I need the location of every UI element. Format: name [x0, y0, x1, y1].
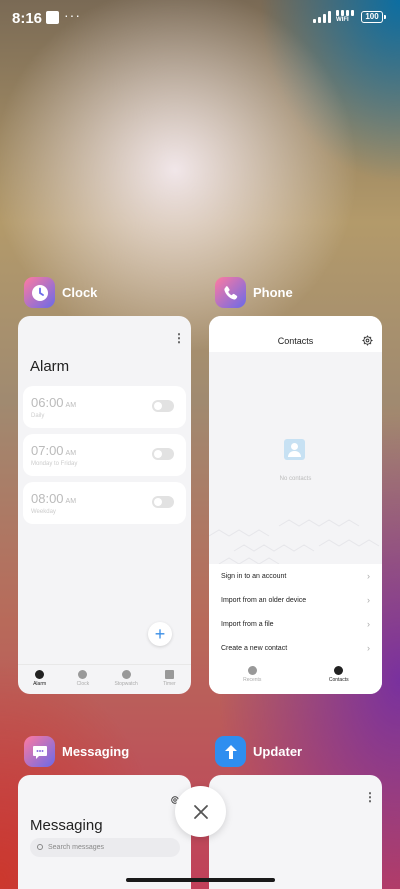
alarm-ampm: AM: [65, 402, 77, 409]
phone-header: [209, 316, 382, 352]
tab-stopwatch[interactable]: Stopwatch: [105, 665, 148, 694]
hourglass-icon: [164, 670, 174, 679]
alarm-time: 07:00: [31, 443, 64, 458]
alarm-toggle[interactable]: [152, 496, 174, 508]
phone-app-icon[interactable]: [215, 277, 246, 308]
alarm-item[interactable]: 08:00 AM Weekday: [23, 482, 186, 524]
alarm-item[interactable]: 07:00 AM Monday to Friday: [23, 434, 186, 476]
messaging-app-icon[interactable]: [24, 736, 55, 767]
app-name-phone: Phone: [253, 285, 293, 300]
page-title: Contacts: [277, 336, 314, 346]
app-header-phone[interactable]: Phone: [215, 277, 293, 308]
home-indicator[interactable]: [126, 878, 275, 882]
tab-label: Stopwatch: [114, 681, 138, 687]
app-name-messaging: Messaging: [62, 744, 130, 759]
clock-icon: [78, 670, 88, 679]
tab-label: Clock: [76, 681, 90, 687]
recents-phone-icon: [247, 666, 257, 675]
clear-all-button[interactable]: [175, 786, 226, 837]
app-name-updater: Updater: [253, 744, 303, 759]
hexagon-pattern: [209, 519, 380, 565]
contacts-action-list: Sign in to an account › Import from an ol…: [209, 564, 382, 660]
tab-label: Alarm: [33, 681, 47, 687]
tab-label: Timer: [163, 681, 176, 687]
messaging-app-card[interactable]: Messaging Search messages: [18, 775, 191, 889]
signal-icon: [313, 11, 331, 23]
action-label: Import from a file: [221, 620, 274, 628]
close-icon: [193, 804, 208, 819]
empty-state-text: No contacts: [279, 476, 312, 482]
app-name-clock: Clock: [62, 285, 98, 300]
phone-bottom-nav: Recents Contacts: [209, 658, 382, 694]
page-title: Messaging: [30, 817, 103, 834]
search-icon: [37, 844, 43, 850]
chevron-right-icon: ›: [367, 619, 370, 629]
alarm-time: 08:00: [31, 491, 64, 506]
alarm-toggle[interactable]: [152, 400, 174, 412]
phone-app-card[interactable]: Contacts No contacts Sign in to an accou…: [209, 316, 382, 694]
action-label: Create a new contact: [221, 644, 288, 652]
chevron-right-icon: ›: [367, 643, 370, 653]
settings-gear-icon[interactable]: [362, 335, 373, 346]
action-label: Import from an older device: [221, 596, 307, 604]
tab-label: Recents: [243, 677, 262, 683]
alarm-label: Weekday: [31, 509, 56, 515]
alarm-icon: [35, 670, 45, 679]
alarm-label: Daily: [31, 413, 45, 419]
status-time: 8:16: [12, 10, 43, 27]
alarm-item[interactable]: 06:00 AM Daily: [23, 386, 186, 428]
action-label: Sign in to an account: [221, 572, 287, 580]
add-alarm-button[interactable]: +: [148, 622, 172, 646]
tab-label: Contacts: [328, 677, 349, 683]
more-notifications-icon: ···: [64, 7, 81, 23]
search-input[interactable]: Search messages: [30, 838, 180, 857]
more-options-icon[interactable]: ⋮: [173, 332, 185, 344]
clock-app-icon[interactable]: [24, 277, 55, 308]
alarm-label: Monday to Friday: [31, 461, 78, 467]
wifi-icon: WIFI: [336, 10, 356, 24]
app-header-updater[interactable]: Updater: [215, 736, 302, 767]
import-older-device-item[interactable]: Import from an older device ›: [209, 588, 382, 612]
clock-bottom-nav: Alarm Clock Stopwatch Timer: [18, 664, 191, 694]
contacts-person-icon: [334, 666, 344, 675]
alarm-ampm: AM: [65, 498, 77, 505]
tab-timer[interactable]: Timer: [148, 665, 191, 694]
chevron-right-icon: ›: [367, 595, 370, 605]
sign-in-account-item[interactable]: Sign in to an account ›: [209, 564, 382, 588]
notification-icon: [46, 11, 59, 24]
alarm-toggle[interactable]: [152, 448, 174, 460]
wifi-label: WIFI: [336, 17, 349, 23]
contact-placeholder-icon: [284, 439, 305, 460]
tab-recents[interactable]: Recents: [209, 658, 296, 694]
app-header-clock[interactable]: Clock: [24, 277, 97, 308]
clock-app-card[interactable]: ⋮ Alarm 06:00 AM Daily 07:00 AM Monday to …: [18, 316, 191, 694]
more-options-icon[interactable]: ⋮: [364, 791, 376, 803]
tab-contacts[interactable]: Contacts: [296, 658, 383, 694]
create-contact-item[interactable]: Create a new contact ›: [209, 636, 382, 660]
battery-icon: 100: [361, 11, 386, 23]
page-title: Alarm: [30, 358, 70, 375]
search-placeholder: Search messages: [48, 844, 105, 851]
chevron-right-icon: ›: [367, 571, 370, 581]
app-header-messaging[interactable]: Messaging: [24, 736, 129, 767]
alarm-time: 06:00: [31, 395, 64, 410]
updater-app-card[interactable]: ⋮: [209, 775, 382, 889]
updater-app-icon[interactable]: [215, 736, 246, 767]
alarm-ampm: AM: [65, 450, 77, 457]
stopwatch-icon: [121, 670, 131, 679]
import-from-file-item[interactable]: Import from a file ›: [209, 612, 382, 636]
tab-alarm[interactable]: Alarm: [18, 665, 61, 694]
tab-clock[interactable]: Clock: [61, 665, 104, 694]
status-bar: 8:16 ··· WIFI 100: [0, 0, 400, 36]
